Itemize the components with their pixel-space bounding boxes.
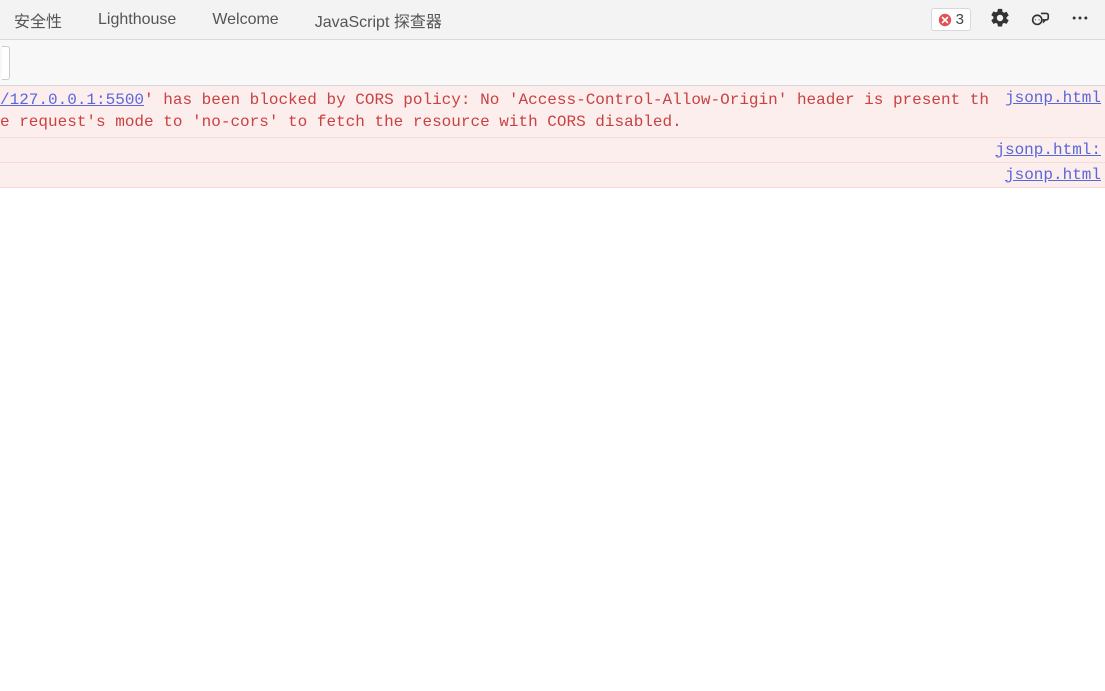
console-error-row: jsonp.html	[0, 163, 1105, 188]
source-link[interactable]: jsonp.html	[993, 166, 1101, 184]
more-icon	[1070, 8, 1090, 31]
console-error-row: /127.0.0.1:5500' has been blocked by COR…	[0, 86, 1105, 138]
source-link[interactable]: jsonp.html	[993, 89, 1101, 107]
more-button[interactable]	[1069, 9, 1091, 31]
error-icon	[938, 13, 952, 27]
source-link[interactable]: jsonp.html:	[983, 141, 1101, 159]
error-text: ' has been blocked by CORS policy: No 'A…	[0, 91, 989, 131]
origin-link[interactable]: /127.0.0.1:5500	[0, 91, 144, 109]
error-count: 3	[956, 11, 964, 28]
devtools-tabbar: 安全性 Lighthouse Welcome JavaScript 探查器 3	[0, 0, 1105, 40]
console-message: /127.0.0.1:5500' has been blocked by COR…	[0, 89, 993, 134]
feedback-button[interactable]	[1029, 9, 1051, 31]
settings-button[interactable]	[989, 9, 1011, 31]
console-output: /127.0.0.1:5500' has been blocked by COR…	[0, 86, 1105, 188]
console-error-row: jsonp.html:	[0, 138, 1105, 163]
tab-welcome[interactable]: Welcome	[212, 11, 278, 29]
feedback-icon	[1029, 7, 1051, 32]
console-subbar	[0, 40, 1105, 86]
toolbar-right: 3	[931, 8, 1097, 31]
tab-js-profiler[interactable]: JavaScript 探查器	[315, 8, 442, 32]
tab-security[interactable]: 安全性	[14, 8, 62, 32]
error-count-badge[interactable]: 3	[931, 8, 971, 31]
gear-icon	[989, 7, 1011, 32]
tab-lighthouse[interactable]: Lighthouse	[98, 11, 176, 29]
filter-stub[interactable]	[2, 46, 10, 80]
tabs-container: 安全性 Lighthouse Welcome JavaScript 探查器	[8, 8, 931, 32]
